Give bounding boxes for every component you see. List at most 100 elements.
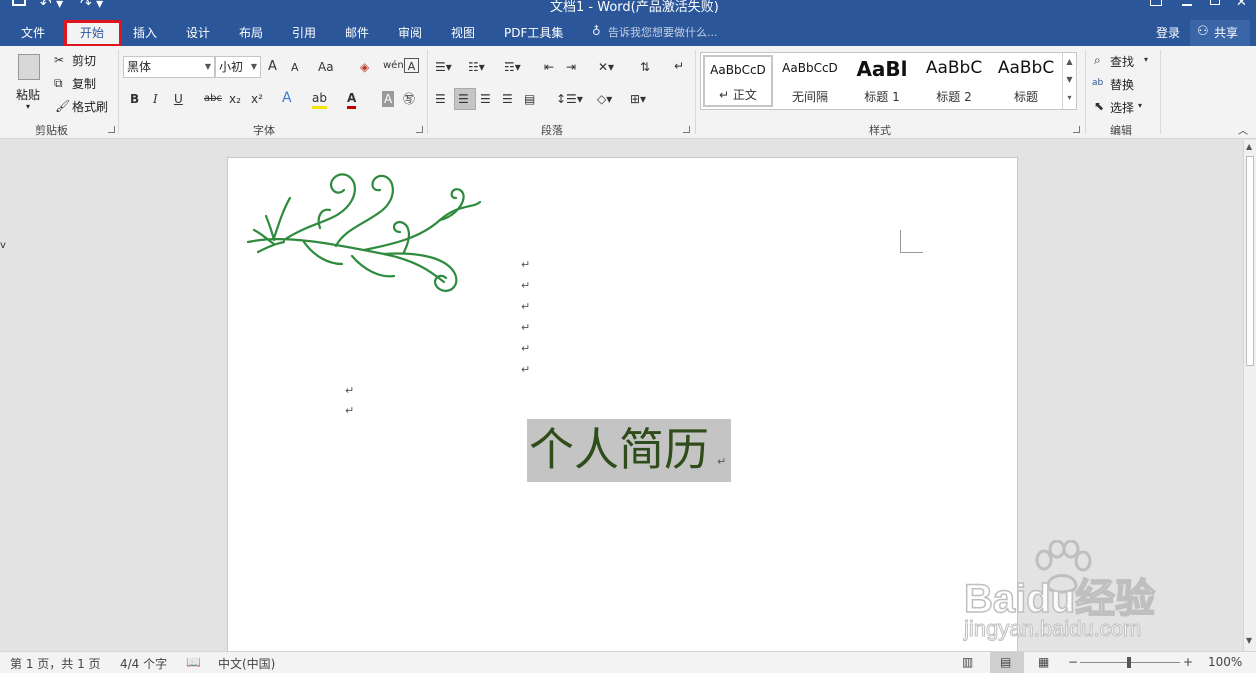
- tab-view[interactable]: 视图: [451, 24, 475, 41]
- chinese-layout-icon[interactable]: ✕▾: [598, 59, 614, 75]
- tab-review[interactable]: 审阅: [398, 24, 422, 41]
- undo-icon[interactable]: ↶ ▾: [40, 0, 63, 12]
- zoom-level[interactable]: 100%: [1208, 655, 1242, 669]
- tab-design[interactable]: 设计: [186, 24, 210, 41]
- separator: [427, 50, 428, 134]
- collapse-ribbon-icon[interactable]: ︿: [1238, 124, 1248, 140]
- align-left-icon[interactable]: ☰: [435, 91, 446, 107]
- proofing-icon[interactable]: 📖: [186, 655, 201, 669]
- tab-home[interactable]: 开始: [80, 24, 104, 41]
- language-indicator[interactable]: 中文(中国): [218, 655, 275, 672]
- minimize-icon[interactable]: [1182, 4, 1192, 6]
- clipboard-launcher-icon[interactable]: [108, 126, 115, 133]
- style-sample: AaBbCcD: [710, 63, 766, 77]
- line-spacing-icon[interactable]: ↕☰▾: [556, 91, 583, 107]
- borders-icon[interactable]: ⊞▾: [630, 91, 646, 107]
- editing-group-label: 编辑: [1110, 124, 1132, 137]
- bold-button[interactable]: B: [130, 91, 139, 107]
- replace-button[interactable]: 替换: [1110, 76, 1134, 93]
- font-launcher-icon[interactable]: [416, 126, 423, 133]
- justify-icon[interactable]: ☰: [502, 91, 513, 107]
- chevron-down-icon: ▼: [204, 62, 211, 71]
- word-count[interactable]: 4/4 个字: [120, 655, 167, 672]
- style-sample: AaBbC: [925, 58, 983, 78]
- style-heading-2[interactable]: AaBbC 标题 2: [919, 55, 989, 107]
- ribbon-display-icon[interactable]: [1150, 0, 1162, 6]
- copy-button[interactable]: 复制: [72, 75, 96, 92]
- sign-in-link[interactable]: 登录: [1156, 24, 1180, 41]
- highlight-icon[interactable]: ab: [312, 90, 327, 109]
- zoom-slider-thumb[interactable]: [1127, 657, 1131, 668]
- tell-me-box[interactable]: 告诉我您想要做什么...: [608, 24, 718, 40]
- vertical-scrollbar[interactable]: ▲ ▼: [1243, 140, 1256, 651]
- share-button[interactable]: ⚇ 共享: [1190, 20, 1250, 46]
- heading-selection[interactable]: 个人简历 ↵: [527, 419, 731, 482]
- gallery-scroll[interactable]: ▲ ▼ ▾: [1062, 53, 1076, 109]
- web-layout-icon[interactable]: ▦: [1038, 655, 1049, 669]
- tab-layout[interactable]: 布局: [239, 24, 263, 41]
- shrink-font-icon[interactable]: A: [291, 60, 299, 76]
- styles-launcher-icon[interactable]: [1073, 126, 1080, 133]
- phonetic-guide-icon[interactable]: wén: [383, 58, 404, 74]
- grow-font-icon[interactable]: A: [268, 59, 277, 75]
- char-border-icon[interactable]: A: [404, 58, 419, 73]
- show-marks-icon[interactable]: ↵: [674, 58, 684, 74]
- margin-corner-mark: [900, 230, 923, 253]
- align-right-icon[interactable]: ☰: [480, 91, 491, 107]
- scroll-thumb[interactable]: [1246, 156, 1254, 366]
- style-no-spacing[interactable]: AaBbCcD 无间隔: [775, 55, 845, 107]
- enclosed-char-icon[interactable]: ㊢: [403, 91, 415, 107]
- read-mode-icon[interactable]: ▥: [962, 655, 973, 669]
- strikethrough-button[interactable]: abc: [204, 91, 222, 107]
- paste-button[interactable]: 粘贴 ▾: [12, 52, 46, 116]
- tab-references[interactable]: 引用: [292, 24, 316, 41]
- style-normal[interactable]: AaBbCcD ↵ 正文: [703, 55, 773, 107]
- subscript-button[interactable]: x₂: [229, 91, 241, 107]
- format-painter-icon: 🖌: [55, 99, 71, 113]
- find-button[interactable]: 查找: [1110, 53, 1134, 70]
- cut-button[interactable]: 剪切: [72, 52, 96, 69]
- paragraph-launcher-icon[interactable]: [683, 126, 690, 133]
- underline-button[interactable]: U: [174, 91, 183, 107]
- scroll-down-icon[interactable]: ▼: [1246, 636, 1252, 645]
- decrease-indent-icon[interactable]: ⇤: [544, 59, 554, 75]
- char-shading-icon[interactable]: A: [382, 91, 395, 107]
- text-effects-icon[interactable]: A: [282, 90, 292, 106]
- shading-icon[interactable]: ◇▾: [597, 91, 612, 107]
- sort-icon[interactable]: ⇅: [640, 59, 650, 75]
- numbering-icon[interactable]: ☷▾: [468, 59, 485, 75]
- select-button[interactable]: 选择: [1110, 99, 1134, 116]
- vine-decoration-image[interactable]: [244, 160, 488, 300]
- font-size-combo[interactable]: 小初 ▼: [215, 56, 261, 78]
- zoom-in-icon[interactable]: +: [1183, 655, 1193, 669]
- clear-format-icon[interactable]: ◈: [360, 59, 369, 75]
- change-case-icon[interactable]: Aa: [318, 59, 334, 75]
- style-name: 标题 2: [936, 90, 972, 104]
- style-heading-1[interactable]: AaBl 标题 1: [847, 55, 917, 107]
- style-title[interactable]: AaBbC 标题: [991, 55, 1061, 107]
- font-name-combo[interactable]: 黑体 ▼: [123, 56, 215, 78]
- distributed-icon[interactable]: ▤: [524, 91, 535, 107]
- tab-file[interactable]: 文件: [21, 24, 45, 41]
- redo-icon[interactable]: ↷ ▾: [80, 0, 103, 12]
- font-color-icon[interactable]: A: [347, 90, 357, 109]
- close-icon[interactable]: ✕: [1236, 0, 1247, 10]
- tab-mailings[interactable]: 邮件: [345, 24, 369, 41]
- tab-insert[interactable]: 插入: [133, 24, 157, 41]
- scroll-up-icon[interactable]: ▲: [1246, 142, 1252, 151]
- save-icon[interactable]: [12, 0, 26, 6]
- page-count[interactable]: 第 1 页，共 1 页: [10, 655, 101, 672]
- document-page[interactable]: ↵ ↵ ↵ ↵ ↵ ↵ ↵ ↵ 个人简历 ↵: [227, 157, 1018, 657]
- superscript-button[interactable]: x²: [251, 91, 263, 107]
- tab-pdf-tools[interactable]: PDF工具集: [504, 24, 563, 41]
- italic-button[interactable]: I: [153, 91, 158, 107]
- bullets-icon[interactable]: ☰▾: [435, 59, 452, 75]
- multilevel-list-icon[interactable]: ☶▾: [504, 59, 521, 75]
- zoom-out-icon[interactable]: −: [1068, 655, 1078, 669]
- status-bar: 第 1 页，共 1 页 4/4 个字 📖 中文(中国) ▥ ▤ ▦ − + 10…: [0, 651, 1256, 673]
- maximize-icon[interactable]: [1210, 0, 1220, 5]
- format-painter-button[interactable]: 格式刷: [72, 98, 108, 115]
- style-name: ↵ 正文: [719, 88, 757, 102]
- separator: [118, 50, 119, 134]
- increase-indent-icon[interactable]: ⇥: [566, 59, 576, 75]
